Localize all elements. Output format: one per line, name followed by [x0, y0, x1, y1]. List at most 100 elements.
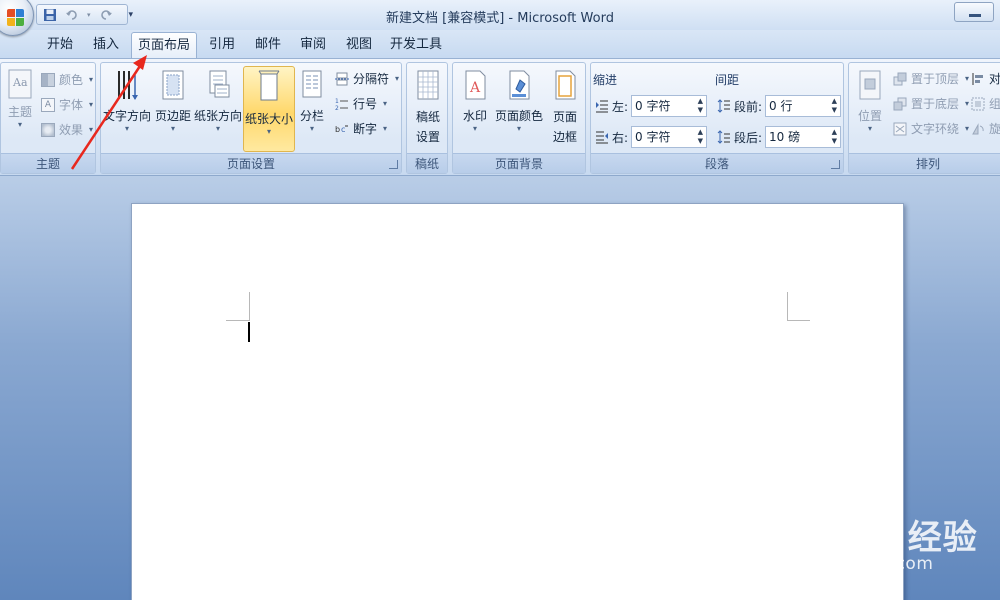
spinner-arrows-icon[interactable]: ▲ ▼ — [698, 97, 703, 115]
indent-right-input[interactable]: 0 字符 ▲ ▼ — [631, 126, 708, 148]
draft-settings-button[interactable]: 稿纸 设置 — [409, 69, 447, 151]
bring-front-icon — [893, 72, 907, 86]
svg-text:A: A — [469, 80, 481, 96]
tab-mailings[interactable]: 邮件 — [248, 32, 288, 58]
crop-mark-top-left-v — [249, 292, 250, 321]
group-arrange-label: 排列 — [849, 153, 1000, 173]
tab-view[interactable]: 视图 — [339, 32, 379, 58]
group-paragraph-label: 段落 — [591, 153, 843, 173]
theme-colors-button[interactable]: 颜色 ▾ — [41, 69, 93, 91]
fonts-icon: A — [41, 98, 55, 112]
page-borders-button[interactable]: 页面 边框 — [547, 69, 583, 151]
group-paragraph: 缩进 间距 左: 0 字符 ▲ ▼ 右: 0 字符 ▲ ▼ 段前: 0 行 ▲ ▼ 段后: … — [590, 62, 844, 174]
spacing-before-icon — [717, 99, 730, 113]
themes-icon: Aa — [8, 69, 32, 99]
spacing-before-input[interactable]: 0 行 ▲ ▼ — [765, 95, 842, 117]
breaks-icon — [335, 72, 349, 86]
spinner-arrows-icon[interactable]: ▲ ▼ — [832, 97, 837, 115]
themes-dropdown-icon: ▾ — [17, 120, 22, 129]
align-icon — [972, 73, 983, 85]
watermark-brand: Bai du 经验 — [768, 518, 978, 558]
line-numbers-button[interactable]: 12 行号 ▾ — [335, 93, 387, 115]
margins-button[interactable]: 页边距 ▾ — [153, 69, 193, 151]
paper-size-icon — [258, 70, 280, 101]
line-numbers-icon: 12 — [335, 98, 348, 111]
tab-home[interactable]: 开始 — [40, 32, 80, 58]
crop-mark-top-right-v — [787, 292, 788, 321]
group-objects-button[interactable]: 组 — [971, 93, 1000, 115]
minimize-button[interactable] — [954, 2, 994, 22]
tab-references[interactable]: 引用 — [202, 32, 242, 58]
text-direction-button[interactable]: 文字方向 ▾ — [103, 69, 151, 151]
page-color-button[interactable]: 页面颜色 ▾ — [494, 69, 544, 151]
tab-review[interactable]: 审阅 — [293, 32, 333, 58]
title-bar: ▾ ▾ 新建文档 [兼容模式] - Microsoft Word — [0, 0, 1000, 36]
paper-size-button[interactable]: 纸张大小 ▾ — [243, 66, 295, 152]
ribbon: Aa 主题 ▾ 颜色 ▾ A 字体 ▾ 效果 ▾ 主题 文字方向 ▾ 页边距 ▾… — [0, 58, 1000, 176]
group-draft: 稿纸 设置 稿纸 — [406, 62, 448, 174]
spacing-after-icon — [717, 130, 730, 144]
indent-left-input[interactable]: 0 字符 ▲ ▼ — [631, 95, 708, 117]
tab-page-layout[interactable]: 页面布局 — [131, 32, 197, 58]
group-page-setup-label: 页面设置 — [101, 153, 401, 173]
columns-button[interactable]: 分栏 ▾ — [297, 69, 327, 151]
orientation-button[interactable]: 纸张方向 ▾ — [194, 69, 242, 151]
crop-mark-top-right-h — [787, 320, 810, 321]
spacing-title: 间距 — [715, 73, 740, 87]
group-page-setup: 文字方向 ▾ 页边距 ▾ 纸张方向 ▾ 纸张大小 ▾ 分栏 ▾ 分隔符 ▾ 1 … — [100, 62, 402, 174]
draft-paper-icon — [417, 70, 439, 100]
themes-button[interactable]: Aa 主题 ▾ — [3, 69, 37, 151]
watermark-url: jingyan.baidu.com — [768, 554, 934, 574]
svg-text:b: b — [335, 125, 340, 134]
tab-insert[interactable]: 插入 — [86, 32, 126, 58]
svg-text:c: c — [341, 125, 345, 134]
spacing-before-row: 段前: 0 行 ▲ ▼ — [717, 94, 842, 118]
theme-effects-button[interactable]: 效果 ▾ — [41, 119, 93, 141]
baidu-watermark: Bai du 经验 jingyan.baidu.com — [768, 492, 978, 582]
orientation-icon — [209, 70, 230, 98]
hyphenation-icon: bc — [335, 125, 348, 134]
rotate-icon — [972, 123, 984, 135]
group-arrange: 位置 ▾ 置于顶层 ▾ 置于底层 ▾ 文字环绕 ▾ 对 组 旋 排列 — [848, 62, 1000, 174]
text-wrapping-button[interactable]: 文字环绕 ▾ — [893, 118, 969, 140]
margins-icon — [162, 70, 184, 100]
theme-fonts-button[interactable]: A 字体 ▾ — [41, 94, 93, 116]
watermark-button[interactable]: A 水印 ▾ — [457, 69, 493, 151]
align-button[interactable]: 对 — [971, 68, 1000, 90]
crop-mark-top-left-h — [226, 320, 250, 321]
position-icon — [859, 70, 881, 100]
svg-text:1: 1 — [335, 98, 339, 105]
position-button[interactable]: 位置 ▾ — [853, 69, 887, 151]
spacing-after-input[interactable]: 10 磅 ▲ ▼ — [765, 126, 842, 148]
colors-icon — [41, 73, 55, 87]
indent-left-icon — [596, 100, 608, 113]
spinner-arrows-icon[interactable]: ▲ ▼ — [698, 128, 703, 146]
paragraph-launcher-icon[interactable] — [831, 160, 840, 169]
office-logo-icon — [7, 9, 25, 27]
svg-text:2: 2 — [335, 105, 339, 111]
text-direction-icon — [118, 71, 138, 100]
spacing-after-row: 段后: 10 磅 ▲ ▼ — [717, 125, 842, 149]
tab-developer[interactable]: 开发工具 — [384, 32, 448, 58]
watermark-icon: A — [465, 70, 486, 100]
indent-title: 缩进 — [593, 73, 618, 87]
hyphenation-button[interactable]: bc 断字 ▾ — [335, 118, 387, 140]
group-theme: Aa 主题 ▾ 颜色 ▾ A 字体 ▾ 效果 ▾ 主题 — [0, 62, 96, 174]
indent-left-row: 左: 0 字符 ▲ ▼ — [595, 94, 708, 118]
group-page-background: A 水印 ▾ 页面颜色 ▾ 页面 边框 页面背景 — [452, 62, 586, 174]
text-cursor — [248, 322, 250, 342]
spinner-arrows-icon[interactable]: ▲ ▼ — [832, 128, 837, 146]
bring-to-front-button[interactable]: 置于顶层 ▾ — [893, 68, 969, 90]
rotate-button[interactable]: 旋 — [971, 118, 1000, 140]
page-color-icon — [509, 70, 530, 100]
columns-icon — [302, 70, 322, 98]
page-setup-launcher-icon[interactable] — [389, 160, 398, 169]
ribbon-tabs: 开始 插入 页面布局 引用 邮件 审阅 视图 开发工具 — [0, 30, 1000, 58]
text-wrap-icon — [893, 122, 907, 136]
group-page-background-label: 页面背景 — [453, 153, 585, 173]
send-to-back-button[interactable]: 置于底层 ▾ — [893, 93, 969, 115]
breaks-button[interactable]: 分隔符 ▾ — [335, 68, 399, 90]
send-back-icon — [893, 97, 907, 111]
group-theme-label: 主题 — [1, 153, 95, 173]
group-draft-label: 稿纸 — [407, 153, 447, 173]
